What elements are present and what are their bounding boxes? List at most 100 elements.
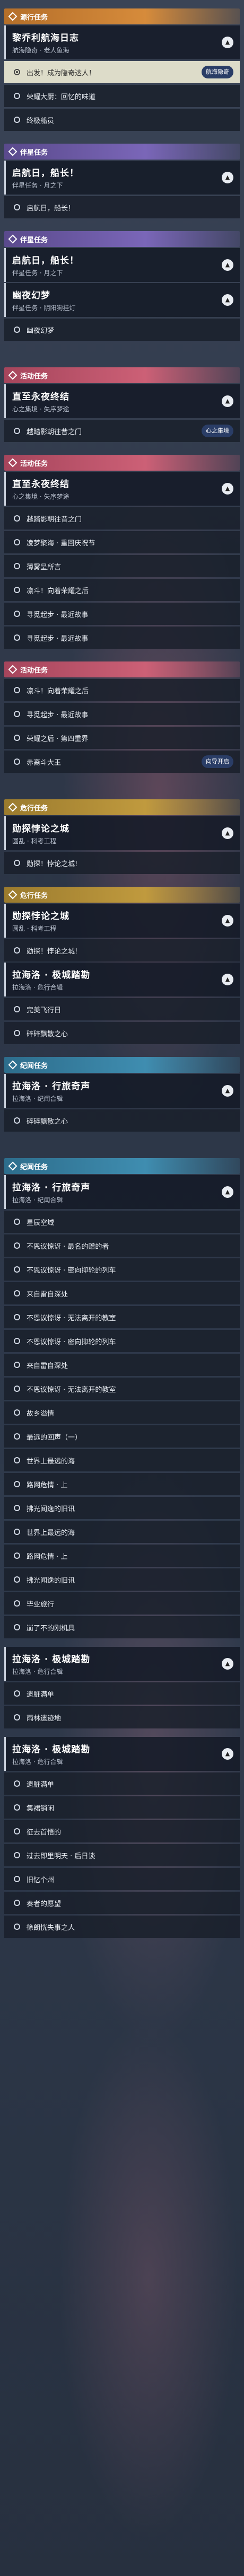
chevron-up-icon[interactable]: ▲ (222, 395, 233, 407)
quest-step-item[interactable]: 碎碎飘散之心 (4, 1109, 240, 1132)
quest-header[interactable]: 幽夜幻梦 伴星任务 · 阴阳狗挂灯 ▲ (4, 283, 240, 317)
quest-step-item[interactable]: 星辰空域 (4, 1211, 240, 1233)
quest-tag-badge[interactable]: 向导开启 (202, 755, 233, 768)
quest-step-item[interactable]: 来自雷自深处 (4, 1282, 240, 1304)
quest-step-item[interactable]: 奏者的愿望 (4, 1892, 240, 1914)
quest-category-bar[interactable]: 活动任务 (4, 455, 240, 471)
step-status-icon (14, 1505, 20, 1511)
quest-step-item[interactable]: 世界上最远的海 (4, 1449, 240, 1471)
quest-step-item[interactable]: 勋探！悖论之城! (4, 939, 240, 961)
quest-step-item[interactable]: 徐朗恍失事之人 (4, 1916, 240, 1938)
quest-step-item[interactable]: 启航日，船长！ (4, 196, 240, 218)
quest-step-item[interactable]: 毕业旅行 (4, 1592, 240, 1615)
chevron-up-icon[interactable]: ▲ (222, 1186, 233, 1198)
chevron-up-icon[interactable]: ▲ (222, 294, 233, 306)
quest-header[interactable]: 拉海洛 · 极城踏勘 拉海洛 · 危行合辑 ▲ (4, 1737, 240, 1771)
quest-step-item[interactable]: 路网危情 · 上 (4, 1545, 240, 1567)
quest-category-bar[interactable]: 危行任务 (4, 799, 240, 815)
quest-category-bar[interactable]: 危行任务 (4, 887, 240, 903)
quest-header[interactable]: 启航日，船长！ 伴星任务 · 月之下 ▲ (4, 248, 240, 282)
quest-step-item[interactable]: 寻觅起步 · 最近故事 (4, 627, 240, 649)
quest-category-bar[interactable]: 伴星任务 (4, 231, 240, 247)
quest-step-item[interactable]: 越踏影朝往昔之门 心之集境 (4, 420, 240, 442)
quest-header[interactable]: 勋探悖论之城 圆乱 · 科考工程 ▲ (4, 904, 240, 938)
quest-step-item[interactable]: 世界上最远的海 (4, 1521, 240, 1543)
quest-step-item[interactable]: 过去即里明天 · 后日谈 (4, 1844, 240, 1866)
quest-step-label: 来自雷自深处 (27, 1290, 68, 1299)
quest-tag-badge[interactable]: 航海隐奇 (202, 66, 233, 78)
quest-tag-badge[interactable]: 心之集境 (202, 425, 233, 437)
quest-step-item[interactable]: 不恩议惊讶 · 密向抑轮的列车 (4, 1258, 240, 1281)
quest-step-item[interactable]: 勋探！悖论之城! (4, 852, 240, 874)
quest-category-bar[interactable]: 伴星任务 (4, 144, 240, 160)
quest-step-item[interactable]: 不恩议惊讶 · 密向抑轮的列车 (4, 1330, 240, 1352)
quest-header[interactable]: 拉海洛 · 行旅奇声 拉海洛 · 纪闻合辑 ▲ (4, 1074, 240, 1108)
quest-step-item[interactable]: 最远的回声（一） (4, 1425, 240, 1448)
quest-header[interactable]: 黎乔利航海日志 航海隐奇 · 老人鱼海 ▲ (4, 25, 240, 59)
quest-header[interactable]: 直至永夜终结 心之集境 · 失序梦途 ▲ (4, 472, 240, 506)
quest-header[interactable]: 拉海洛 · 行旅奇声 拉海洛 · 纪闻合辑 ▲ (4, 1175, 240, 1209)
quest-step-item[interactable]: 雨林遗迹地 (4, 1706, 240, 1728)
quest-step-item[interactable]: 越踏影朝往昔之门 (4, 507, 240, 530)
quest-step-item[interactable]: 不恩议惊讶 · 无法离开的教室 (4, 1378, 240, 1400)
quest-step-item[interactable]: 凛斗！向着荣耀之后 (4, 679, 240, 701)
quest-category-label: 危行任务 (20, 804, 48, 813)
chevron-up-icon[interactable]: ▲ (222, 37, 233, 48)
chevron-up-icon[interactable]: ▲ (222, 915, 233, 927)
chevron-up-icon[interactable]: ▲ (222, 259, 233, 271)
quest-category-bar[interactable]: 活动任务 (4, 661, 240, 677)
quest-title: 幽夜幻梦 (12, 290, 50, 301)
quest-step-item[interactable]: 集裙销闲 (4, 1796, 240, 1819)
quest-title: 勋探悖论之城 (12, 824, 69, 834)
quest-step-item[interactable]: 征去首悟的 (4, 1820, 240, 1842)
quest-step-item[interactable]: 故乡溢情 (4, 1401, 240, 1424)
chevron-up-icon[interactable]: ▲ (222, 1085, 233, 1097)
quest-header[interactable]: 直至永夜终结 心之集境 · 失序梦途 ▲ (4, 384, 240, 418)
quest-step-item[interactable]: 薄雾呈所言 (4, 555, 240, 577)
step-status-icon (14, 947, 20, 954)
quest-step-item[interactable]: 完美飞行日 (4, 998, 240, 1020)
quest-step-item[interactable]: 荣耀之后 · 第四重界 (4, 727, 240, 749)
chevron-up-icon[interactable]: ▲ (222, 483, 233, 495)
step-status-icon (14, 1219, 20, 1225)
quest-step-item[interactable]: 出发！成为隐奇达人！ 航海隐奇 (4, 61, 240, 83)
chevron-up-icon[interactable]: ▲ (222, 1658, 233, 1670)
quest-step-item[interactable]: 遗脏满单 (4, 1772, 240, 1795)
quest-step-label: 路网危情 · 上 (27, 1481, 68, 1489)
quest-step-item[interactable]: 寻觅起步 · 最近故事 (4, 603, 240, 625)
chevron-up-icon[interactable]: ▲ (222, 827, 233, 839)
quest-category-bar[interactable]: 纪闻任务 (4, 1158, 240, 1174)
quest-step-item[interactable]: 终极船员 (4, 109, 240, 131)
quest-header[interactable]: 拉海洛 · 极城踏勘 拉海洛 · 危行合辑 ▲ (4, 963, 240, 996)
quest-header[interactable]: 启航日，船长！ 伴星任务 · 月之下 ▲ (4, 161, 240, 195)
quest-step-item[interactable]: 凌梦聚海 · 重回庆祝节 (4, 531, 240, 553)
step-status-icon (14, 515, 20, 522)
quest-step-label: 世界上最远的海 (27, 1457, 75, 1466)
step-status-icon (14, 1552, 20, 1559)
quest-step-item[interactable]: 旧忆个州 (4, 1868, 240, 1890)
chevron-up-icon[interactable]: ▲ (222, 172, 233, 183)
quest-step-item[interactable]: 赤裔斗大王 向导开启 (4, 751, 240, 773)
quest-step-item[interactable]: 遗脏满单 (4, 1682, 240, 1705)
quest-header[interactable]: 勋探悖论之城 圆乱 · 科考工程 ▲ (4, 816, 240, 850)
quest-category-bar[interactable]: 纪闻任务 (4, 1057, 240, 1073)
quest-step-item[interactable]: 崩了不的刚机具 (4, 1616, 240, 1638)
quest-category-bar[interactable]: 源行任务 (4, 8, 240, 24)
chevron-up-icon[interactable]: ▲ (222, 1748, 233, 1760)
quest-step-item[interactable]: 路网危情 · 上 (4, 1473, 240, 1495)
quest-header[interactable]: 拉海洛 · 极城踏勘 拉海洛 · 危行合辑 ▲ (4, 1647, 240, 1681)
quest-step-item[interactable]: 拂光闻逸的旧讯 (4, 1497, 240, 1519)
step-status-icon (14, 1314, 20, 1320)
quest-step-label: 拂光闻逸的旧讯 (27, 1505, 75, 1513)
quest-category-bar[interactable]: 活动任务 (4, 367, 240, 383)
quest-step-item[interactable]: 不恩议惊讶 · 无法离开的教室 (4, 1306, 240, 1328)
quest-step-item[interactable]: 幽夜幻梦 (4, 319, 240, 341)
quest-step-item[interactable]: 拂光闻逸的旧讯 (4, 1568, 240, 1591)
quest-step-item[interactable]: 碎碎飘散之心 (4, 1022, 240, 1044)
quest-step-item[interactable]: 寻觅起步 · 最近故事 (4, 703, 240, 725)
quest-step-item[interactable]: 来自雷自深处 (4, 1354, 240, 1376)
chevron-up-icon[interactable]: ▲ (222, 974, 233, 985)
quest-step-item[interactable]: 凛斗！向着荣耀之后 (4, 579, 240, 601)
quest-step-item[interactable]: 不恩议惊讶 · 最名的赠的者 (4, 1234, 240, 1257)
quest-step-item[interactable]: 荣耀大厨：回忆的味道 (4, 85, 240, 107)
